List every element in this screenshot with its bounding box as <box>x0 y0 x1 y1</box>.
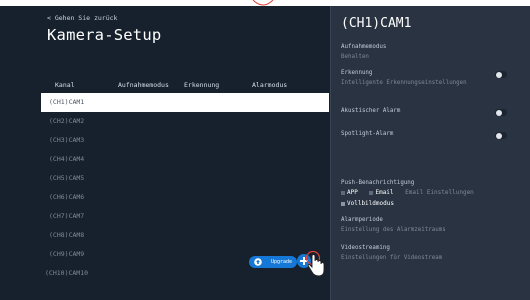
alarmperiode-label: Alarmperiode <box>341 217 383 223</box>
table-row[interactable]: (CH5)CAM5 <box>41 169 329 188</box>
hand-cursor-icon <box>305 250 325 277</box>
column-header-alarmodus: Alarmodus <box>252 81 288 89</box>
videostreaming-label: Videostreaming <box>341 245 390 251</box>
table-row[interactable]: (CH7)CAM7 <box>41 207 329 226</box>
table-row[interactable]: (CH2)CAM2 <box>41 112 329 131</box>
channel-name: (CH2)CAM2 <box>49 117 85 125</box>
alarmperiode-link[interactable]: Einstellung des Alarmzeitraums <box>341 227 446 233</box>
channel-name: (CH10)CAM10 <box>45 269 89 277</box>
checkbox-icon <box>341 201 345 206</box>
upload-icon <box>254 258 262 266</box>
panel-title: (CH1)CAM1 <box>341 16 412 31</box>
channel-name: (CH9)CAM9 <box>49 250 85 258</box>
videostreaming-link[interactable]: Einstellungen für Videostream <box>341 255 442 261</box>
spotlight-alarm-toggle[interactable] <box>495 132 507 139</box>
upgrade-button[interactable]: Upgrade <box>249 256 297 268</box>
table-row[interactable]: (CH3)CAM3 <box>41 131 329 150</box>
vollbildmodus-option[interactable]: Vollbildmodus <box>341 200 394 207</box>
back-link[interactable]: < Gehen Sie zurück <box>47 14 117 22</box>
channel-name: (CH3)CAM3 <box>49 136 85 144</box>
column-header-erkennung: Erkennung <box>184 81 220 89</box>
channel-name: (CH1)CAM1 <box>49 98 85 106</box>
aufnahmemodus-label[interactable]: Aufnahmemodus <box>341 44 386 50</box>
push-label: Push-Benachrichtigung <box>341 180 415 186</box>
aufnahmemodus-value: Behalten <box>341 54 369 60</box>
akustischer-alarm-label: Akustischer Alarm <box>341 108 401 114</box>
checkbox-icon <box>369 190 374 195</box>
channel-name: (CH5)CAM5 <box>49 174 85 182</box>
checkbox-icon <box>341 190 345 195</box>
channel-name: (CH7)CAM7 <box>49 212 85 220</box>
upgrade-label: Upgrade <box>271 259 293 265</box>
channel-name: (CH6)CAM6 <box>49 193 85 201</box>
push-email-option[interactable]: Email <box>369 189 397 196</box>
erkennung-settings-link[interactable]: Intelligente Erkennungseinstellungen <box>341 80 467 86</box>
column-header-aufnahmemodus: Aufnahmemodus <box>118 81 169 89</box>
push-app-option[interactable]: APP <box>341 189 362 196</box>
table-row[interactable]: (CH1)CAM1 <box>41 93 329 112</box>
akustischer-alarm-toggle[interactable] <box>495 109 507 116</box>
table-row[interactable]: (CH4)CAM4 <box>41 150 329 169</box>
channel-name: (CH8)CAM8 <box>49 231 85 239</box>
email-settings-link[interactable]: Email Einstellungen <box>405 189 474 196</box>
erkennung-toggle[interactable] <box>495 71 507 78</box>
table-row[interactable]: (CH6)CAM6 <box>41 188 329 207</box>
table-row[interactable]: (CH8)CAM8 <box>41 226 329 245</box>
erkennung-label: Erkennung <box>341 70 373 76</box>
column-header-kanal: Kanal <box>55 81 75 89</box>
push-options: APP Email Email Einstellungen <box>341 189 478 196</box>
spotlight-alarm-label: Spotlight-Alarm <box>341 131 394 137</box>
page-title: Kamera-Setup <box>47 26 162 44</box>
channel-name: (CH4)CAM4 <box>49 155 85 163</box>
